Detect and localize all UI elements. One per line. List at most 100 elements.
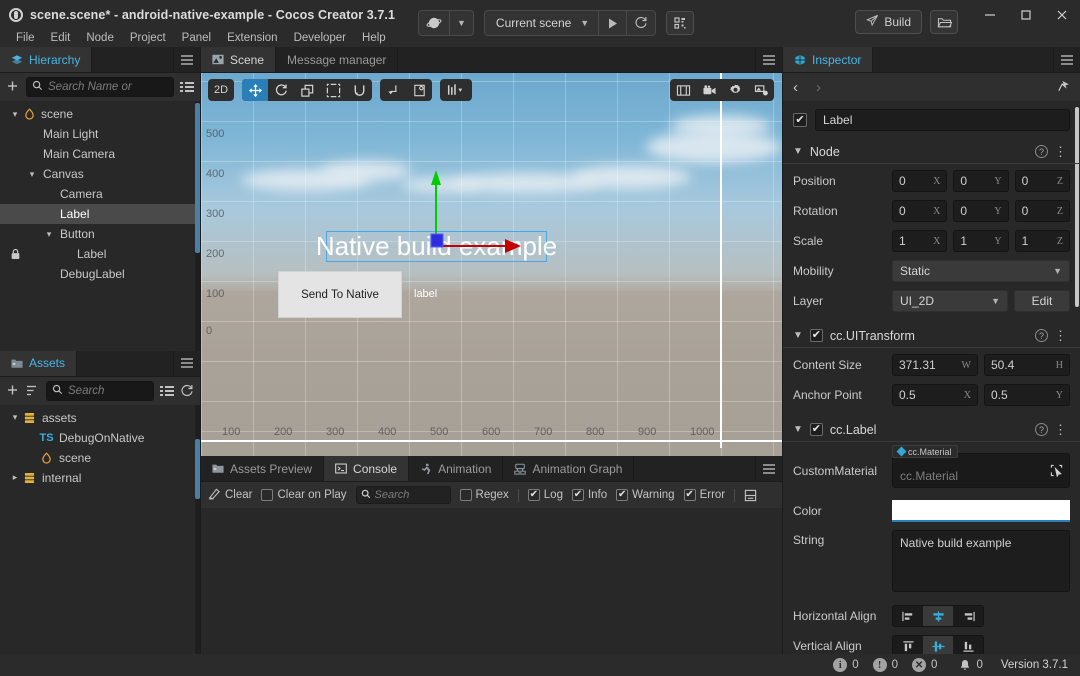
status-notifications[interactable]: 0 xyxy=(959,659,983,672)
label-enabled-checkbox[interactable] xyxy=(809,423,823,436)
filter-info-checkbox[interactable] xyxy=(571,489,584,501)
console-message-list[interactable] xyxy=(201,508,782,654)
pin-icon[interactable] xyxy=(1057,79,1071,96)
chevron-down-icon[interactable]: ▾ xyxy=(8,109,22,120)
clear-on-play-checkbox[interactable] xyxy=(261,489,274,501)
cocos-preview-icon[interactable] xyxy=(419,11,450,35)
tab-hierarchy[interactable]: Hierarchy xyxy=(0,47,93,72)
position-y-field[interactable]: 0 Y xyxy=(953,170,1009,192)
rotation-x-field[interactable]: 0 X xyxy=(892,200,948,222)
console-hamburger-icon[interactable] xyxy=(756,456,782,481)
preview-device-chevron-down-icon[interactable]: ▼ xyxy=(450,11,473,35)
scale-z-field[interactable]: 1 Z xyxy=(1014,230,1070,252)
console-clear-button[interactable]: Clear xyxy=(208,487,252,503)
tab-message-manager[interactable]: Message manager xyxy=(276,47,399,72)
refresh-icon[interactable] xyxy=(627,11,655,35)
coordinate-icon[interactable] xyxy=(406,79,432,101)
minimize-icon[interactable] xyxy=(972,0,1008,30)
scene-viewport[interactable]: 500 400 300 200 100 0 100 200 300 400 500 600 700 80… xyxy=(201,73,782,456)
gear-icon[interactable] xyxy=(722,79,748,101)
pick-target-icon[interactable] xyxy=(1050,464,1063,480)
rotate-icon[interactable] xyxy=(268,79,294,101)
console-search-box[interactable] xyxy=(355,486,451,504)
hierarchy-node-label[interactable]: Label xyxy=(0,244,200,264)
tab-assets[interactable]: Assets xyxy=(0,350,78,376)
tab-assets-preview[interactable]: Assets Preview xyxy=(201,456,325,481)
menu-project[interactable]: Project xyxy=(122,30,174,47)
mobility-select[interactable]: Static ▼ xyxy=(892,260,1070,282)
folder-open-icon[interactable] xyxy=(930,10,958,34)
move-icon[interactable] xyxy=(242,79,268,101)
rect-transform-icon[interactable] xyxy=(320,79,346,101)
content-size-height-field[interactable]: 50.4 H xyxy=(984,354,1070,376)
chevron-down-icon[interactable]: ▾ xyxy=(8,412,22,423)
scene-render-canvas[interactable]: 500 400 300 200 100 0 100 200 300 400 500 600 700 80… xyxy=(201,73,782,456)
collapse-icon[interactable] xyxy=(744,489,757,502)
hierarchy-node-camera[interactable]: Camera xyxy=(0,184,200,204)
asset-item-scene[interactable]: scene xyxy=(0,448,200,468)
layer-edit-button[interactable]: Edit xyxy=(1014,290,1070,312)
anchor-point-y-field[interactable]: 0.5 Y xyxy=(984,384,1070,406)
hierarchy-node-button[interactable]: ▾ Button xyxy=(0,224,200,244)
asset-item-debugonnative[interactable]: TS DebugOnNative xyxy=(0,428,200,448)
play-icon[interactable] xyxy=(599,11,628,35)
question-icon[interactable]: ? xyxy=(1035,423,1048,436)
position-z-field[interactable]: 0 Z xyxy=(1014,170,1070,192)
chevron-down-icon[interactable]: ▼ xyxy=(793,146,803,157)
scene-2d-toggle[interactable]: 2D xyxy=(208,79,234,101)
console-search-input[interactable] xyxy=(374,489,446,501)
question-icon[interactable]: ? xyxy=(1035,329,1048,342)
chevron-down-icon[interactable]: ▾ xyxy=(42,229,56,240)
assets-scrollbar[interactable] xyxy=(195,404,200,654)
align-center-icon[interactable] xyxy=(923,606,953,626)
scene-node-label[interactable]: Native build example xyxy=(316,231,557,262)
camera-icon[interactable] xyxy=(696,79,722,101)
scale-y-field[interactable]: 1 Y xyxy=(953,230,1009,252)
uitransform-enabled-checkbox[interactable] xyxy=(809,329,823,342)
rotation-z-field[interactable]: 0 Z xyxy=(1014,200,1070,222)
effects-icon[interactable] xyxy=(748,79,774,101)
status-error[interactable]: ✕ 0 xyxy=(912,658,937,672)
scene-selector[interactable]: Current scene ▼ xyxy=(485,11,598,35)
tab-animation[interactable]: Animation xyxy=(409,456,504,481)
section-node-header[interactable]: ▼ Node ? ⋮ xyxy=(783,140,1080,164)
align-middle-icon[interactable] xyxy=(923,636,953,654)
filter-info-toggle[interactable]: Info xyxy=(571,489,607,501)
close-icon[interactable] xyxy=(1044,0,1080,30)
filter-warning-checkbox[interactable] xyxy=(616,489,629,501)
node-enabled-checkbox[interactable] xyxy=(793,113,807,127)
status-warning[interactable]: ! 0 xyxy=(872,658,898,672)
assets-list-view-icon[interactable] xyxy=(160,385,174,397)
custom-material-field[interactable]: cc.Material cc.Material xyxy=(892,445,1070,488)
anchor-point-x-field[interactable]: 0.5 X xyxy=(892,384,978,406)
kebab-menu-icon[interactable]: ⋮ xyxy=(1054,145,1067,158)
align-bottom-icon[interactable] xyxy=(953,636,983,654)
chevron-down-icon[interactable]: ▼ xyxy=(793,330,803,341)
maximize-icon[interactable] xyxy=(1008,0,1044,30)
position-x-field[interactable]: 0 X xyxy=(892,170,948,192)
align-right-icon[interactable] xyxy=(953,606,983,626)
filter-log-checkbox[interactable] xyxy=(527,489,540,501)
add-node-icon[interactable] xyxy=(6,80,20,94)
hierarchy-node-debuglabel[interactable]: DebugLabel xyxy=(0,264,200,284)
hierarchy-search-input[interactable] xyxy=(48,81,168,93)
section-uitransform-header[interactable]: ▼ cc.UITransform ? ⋮ xyxy=(783,324,1080,348)
inspector-hamburger-icon[interactable] xyxy=(1054,47,1080,72)
node-name-field[interactable]: Label xyxy=(815,109,1070,131)
align-left-icon[interactable] xyxy=(893,606,923,626)
assets-hamburger-icon[interactable] xyxy=(174,350,200,376)
section-label-header[interactable]: ▼ cc.Label ? ⋮ xyxy=(783,418,1080,442)
qr-code-icon[interactable] xyxy=(666,11,695,35)
hierarchy-node-main-light[interactable]: Main Light xyxy=(0,124,200,144)
scene-node-button[interactable]: Send To Native xyxy=(278,271,402,318)
layer-select[interactable]: UI_2D ▼ xyxy=(892,290,1008,312)
asset-item-assets[interactable]: ▾ assets xyxy=(0,408,200,428)
clear-on-play-toggle[interactable]: Clear on Play xyxy=(261,489,347,501)
regex-checkbox[interactable] xyxy=(459,489,472,501)
align-top-icon[interactable] xyxy=(893,636,923,654)
menu-edit[interactable]: Edit xyxy=(43,30,79,47)
scene-hamburger-icon[interactable] xyxy=(756,47,782,72)
scene-node-debug-label[interactable]: label xyxy=(414,288,437,300)
grid-icon[interactable] xyxy=(670,79,696,101)
menu-node[interactable]: Node xyxy=(78,30,122,47)
